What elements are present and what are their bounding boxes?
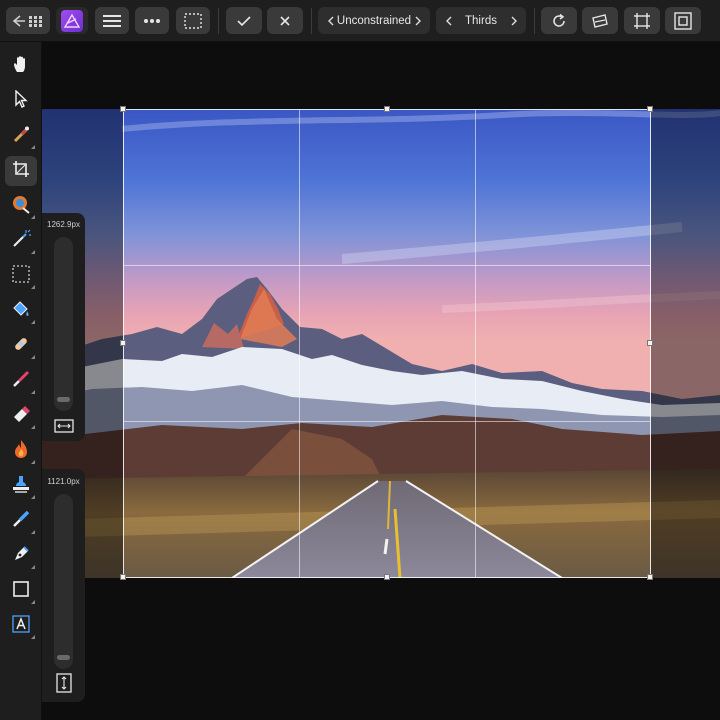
thirds-gridline [124,421,650,422]
height-slider-panel: 1121.0px [42,469,85,702]
width-slider-panel: 1262.9px [42,213,85,441]
brush-blend-icon [11,509,31,534]
canvas[interactable] [42,42,720,720]
tool-fill[interactable] [5,296,37,326]
crop-canvas-icon [633,12,651,30]
crop-handle-bottom-left[interactable] [120,574,126,580]
rectangle-icon [12,580,30,603]
tool-retouch[interactable] [5,506,37,536]
height-value: 1121.0px [47,477,80,486]
more-button[interactable] [135,7,169,34]
straighten-icon [591,13,609,29]
tool-color-picker[interactable] [5,121,37,151]
tool-rectangle[interactable] [5,576,37,606]
back-button[interactable] [6,7,50,34]
hamburger-menu-icon [103,14,121,28]
overlay-mode-stepper[interactable]: Thirds [436,7,526,34]
chevron-right-icon[interactable] [508,16,520,26]
tool-marquee[interactable] [5,261,37,291]
text-frame-icon [11,614,31,639]
back-arrow-grid-icon [11,14,45,28]
straighten-button[interactable] [582,7,618,34]
height-slider-thumb[interactable] [57,655,70,660]
eraser-icon [11,404,31,429]
vertical-resize-icon [52,672,76,694]
more-dots-icon [143,18,161,24]
app-menu-button[interactable] [56,7,88,34]
hand-icon [12,54,30,79]
overlay-mode-label: Thirds [465,14,497,27]
height-slider[interactable] [54,494,73,669]
tool-crop[interactable] [5,156,37,186]
chevron-left-icon[interactable] [324,16,336,26]
crop-handle-top-right[interactable] [647,106,653,112]
thirds-gridline [299,110,300,577]
crop-handle-bottom[interactable] [384,574,390,580]
cancel-button[interactable] [267,7,303,34]
affinity-photo-logo [61,9,83,32]
tool-text[interactable] [5,611,37,641]
top-toolbar: Unconstrained Thirds [0,0,720,42]
crop-handle-top[interactable] [384,106,390,112]
width-slider-thumb[interactable] [57,397,70,402]
bandage-icon [11,334,31,359]
crop-handle-bottom-right[interactable] [647,574,653,580]
fit-frame-icon [674,11,692,30]
tool-paint-brush[interactable] [5,366,37,396]
tool-pen[interactable] [5,541,37,571]
constraint-mode-stepper[interactable]: Unconstrained [318,7,430,34]
main-menu-button[interactable] [95,7,129,34]
crop-frame[interactable] [120,106,653,580]
selection-brush-icon [11,194,31,219]
marquee-icon [12,264,30,288]
stamp-icon [11,474,31,499]
pen-nib-icon [11,544,31,569]
selection-mode-button[interactable] [176,7,210,34]
commit-button[interactable] [226,7,262,34]
chevron-right-icon[interactable] [412,16,424,26]
chevron-left-icon[interactable] [442,16,454,26]
horizontal-resize-icon [52,415,76,437]
tool-view[interactable] [5,51,37,81]
magic-wand-icon [11,229,31,254]
fit-button[interactable] [665,7,701,34]
tools-panel [0,42,42,720]
reset-button[interactable] [541,7,577,34]
crop-icon [12,160,30,183]
crop-handle-right[interactable] [647,340,653,346]
width-value: 1262.9px [47,220,80,229]
pointer-icon [14,88,28,113]
flame-icon [12,439,30,464]
close-icon [279,15,291,27]
width-slider[interactable] [54,237,73,411]
tool-clone[interactable] [5,471,37,501]
eyedropper-icon [12,125,30,148]
reset-rotate-icon [551,13,567,29]
crop-outside-right [651,109,720,578]
thirds-gridline [124,265,650,266]
paint-bucket-icon [11,299,31,324]
tool-healing[interactable] [5,331,37,361]
crop-handle-top-left[interactable] [120,106,126,112]
crop-canvas-button[interactable] [624,7,660,34]
marquee-selection-icon [184,12,202,29]
checkmark-icon [237,15,251,27]
paint-brush-icon [11,369,31,394]
crop-handle-left[interactable] [120,340,126,346]
thirds-gridline [475,110,476,577]
tool-flood-select[interactable] [5,226,37,256]
tool-erase[interactable] [5,401,37,431]
tool-move[interactable] [5,86,37,116]
constraint-mode-label: Unconstrained [336,14,412,27]
tool-selection-brush[interactable] [5,191,37,221]
tool-burn[interactable] [5,436,37,466]
